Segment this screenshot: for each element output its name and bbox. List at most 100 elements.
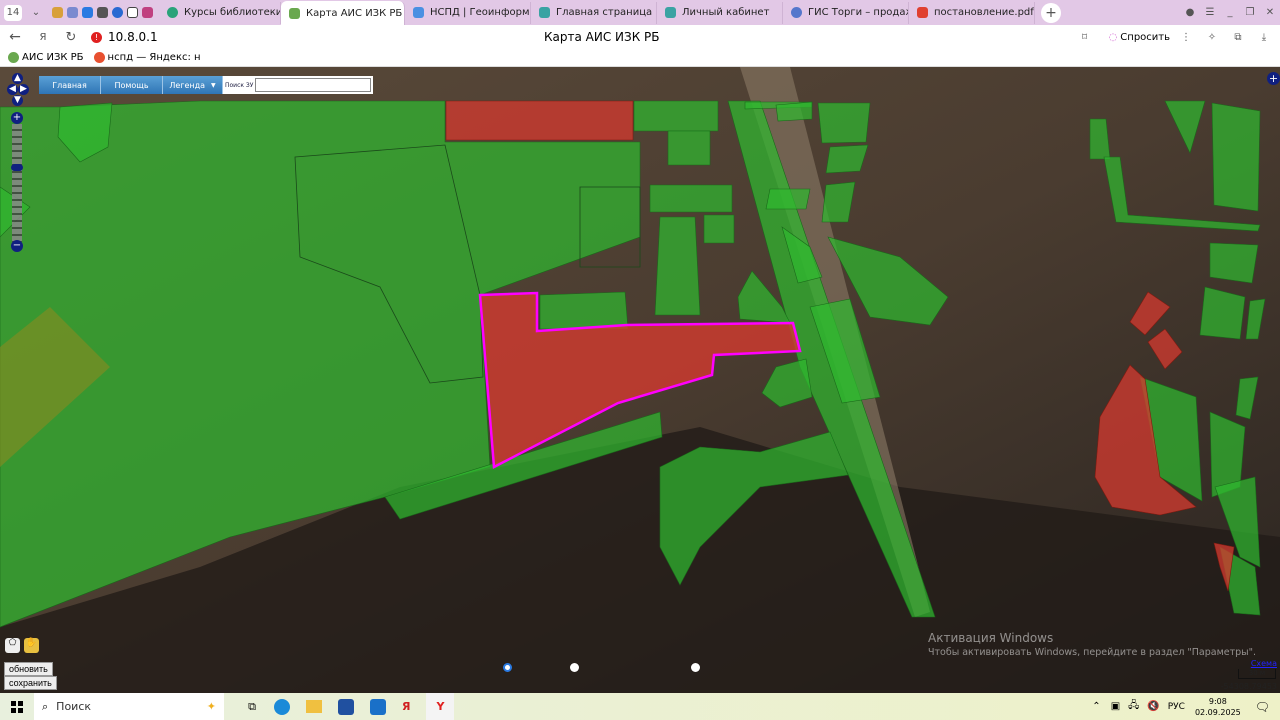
clock-time: 9:08 xyxy=(1208,696,1227,706)
profile-icon[interactable]: ● xyxy=(1180,3,1200,23)
close-window-icon[interactable]: ✕ xyxy=(1260,3,1280,23)
menu-icon[interactable]: ☰ xyxy=(1200,3,1220,23)
tab-bar: 14 ⌄ Курсы библиотеки Карта АИС ИЗК РБ✕ … xyxy=(0,0,1280,25)
tab-main-page[interactable]: Главная страница xyxy=(531,1,657,24)
parcel[interactable] xyxy=(667,130,711,166)
pinned-tab-icon[interactable] xyxy=(97,7,108,18)
minimize-icon[interactable]: _ xyxy=(1220,3,1240,23)
insecure-icon[interactable]: ! xyxy=(91,31,102,43)
parcel[interactable] xyxy=(775,101,813,122)
bookmark-nspd[interactable]: нспд — Яндекс: н xyxy=(93,52,201,63)
tab-label: постановление.pdf xyxy=(934,7,1034,18)
language-indicator[interactable]: РУС xyxy=(1168,702,1185,712)
download-icon[interactable]: ⤓ xyxy=(1254,27,1274,47)
start-icon[interactable] xyxy=(0,700,34,713)
network-icon[interactable]: 🖧 xyxy=(1128,698,1139,715)
pinned-tab-icon[interactable] xyxy=(127,7,138,18)
watermark-title: Активация Windows xyxy=(928,631,1054,645)
new-tab-icon[interactable]: + xyxy=(1041,2,1061,23)
pinned-tab-icon[interactable] xyxy=(67,7,78,18)
tray-chevron-icon[interactable]: ⌃ xyxy=(1092,701,1100,712)
parcel[interactable] xyxy=(445,100,634,141)
parcel[interactable] xyxy=(765,188,811,210)
yandex-icon[interactable]: Я xyxy=(402,700,410,713)
meet-icon[interactable]: ▣ xyxy=(1111,701,1120,712)
parcel[interactable] xyxy=(817,102,871,144)
bookmark-icon[interactable]: ⌑ xyxy=(1075,27,1095,47)
edge-icon[interactable] xyxy=(274,698,290,715)
more-icon[interactable]: ⋮ xyxy=(1176,27,1196,47)
collections-icon[interactable]: ⧉ xyxy=(1228,27,1248,47)
tab-label: Главная страница xyxy=(556,7,653,18)
menu-legend[interactable]: Легенда ▼ xyxy=(163,76,223,94)
pinned-tab-icon[interactable] xyxy=(112,7,123,18)
layer-switcher-icon[interactable]: + xyxy=(1267,72,1280,85)
zoom-slider[interactable] xyxy=(12,124,22,242)
tabs-dropdown-icon[interactable]: ⌄ xyxy=(26,3,46,23)
page-title: Карта АИС ИЗК РБ xyxy=(544,30,660,44)
tab-gis-torgi[interactable]: ГИС Торги – продажи г xyxy=(783,1,909,24)
map-marker[interactable] xyxy=(503,663,512,672)
pinned-tab-icon[interactable] xyxy=(82,7,93,18)
zoom-in-icon[interactable]: + xyxy=(11,112,23,124)
search-input[interactable] xyxy=(255,78,371,92)
parcel[interactable] xyxy=(654,216,701,316)
tab-courses[interactable]: Курсы библиотеки xyxy=(159,1,281,24)
map-marker[interactable] xyxy=(691,663,700,672)
taskbar: ⌕ Поиск ✦ ⧉ Я Y ⌃ ▣ 🖧 🔇 РУС 9:08 02.09.2… xyxy=(0,693,1280,720)
zoom-control[interactable]: + − xyxy=(11,112,23,252)
menu-help[interactable]: Помощь xyxy=(101,76,163,94)
draw-polygon-icon[interactable]: ⬠ xyxy=(5,638,20,653)
pan-control[interactable]: ▲ ◀ ▶ ▼ xyxy=(7,73,29,107)
yandex-browser-icon[interactable]: Y xyxy=(426,693,455,720)
taskbar-search[interactable]: ⌕ Поиск ✦ xyxy=(34,693,224,720)
file-explorer-icon[interactable] xyxy=(306,700,322,713)
clock[interactable]: 9:08 02.09.2025 xyxy=(1195,696,1241,718)
outlook-icon[interactable] xyxy=(370,698,386,715)
ask-button[interactable]: ◌ Спросить xyxy=(1109,32,1170,43)
bookmark-ais[interactable]: АИС ИЗК РБ xyxy=(8,52,84,63)
pan-right-icon[interactable]: ▶ xyxy=(18,84,29,95)
tab-count[interactable]: 14 xyxy=(4,4,22,21)
map-canvas[interactable]: ▲ ◀ ▶ ▼ + − Главная Помощь Легенда ▼ Поис… xyxy=(0,67,1280,693)
parcel[interactable] xyxy=(703,214,735,244)
tab-label: Карта АИС ИЗК РБ xyxy=(306,7,403,19)
tab-ais-map[interactable]: Карта АИС ИЗК РБ✕ xyxy=(281,1,405,25)
extensions-icon[interactable]: ✧ xyxy=(1202,27,1222,47)
dropdown-arrow-icon: ▼ xyxy=(211,81,216,89)
task-view-icon[interactable]: ⧉ xyxy=(238,700,266,714)
notifications-icon[interactable]: 🗨 xyxy=(1255,700,1270,714)
bookmark-favicon-icon xyxy=(8,52,19,63)
yandex-icon[interactable]: Я xyxy=(33,27,53,47)
pan-up-icon[interactable]: ▲ xyxy=(12,73,23,84)
pinned-tab-icon[interactable] xyxy=(142,7,153,18)
pan-down-icon[interactable]: ▼ xyxy=(12,95,23,106)
store-icon[interactable] xyxy=(338,698,354,715)
volume-muted-icon[interactable]: 🔇 xyxy=(1147,701,1159,712)
url-field[interactable]: 10.8.0.1 xyxy=(108,30,408,44)
pan-hand-icon[interactable]: ✋ xyxy=(24,638,39,653)
tab-pdf[interactable]: постановление.pdf xyxy=(909,1,1035,24)
parcel[interactable] xyxy=(539,291,629,330)
back-icon[interactable]: ← xyxy=(5,27,25,47)
tab-favicon-icon xyxy=(539,7,550,18)
parcel[interactable] xyxy=(649,184,733,213)
tab-favicon-icon xyxy=(665,7,676,18)
scheme-link[interactable]: Схема xyxy=(1251,659,1277,668)
reload-icon[interactable]: ↻ xyxy=(61,27,81,47)
parcel[interactable] xyxy=(633,100,719,132)
bookmark-label: нспд — Яндекс: н xyxy=(107,52,201,63)
tab-nspd[interactable]: НСПД | Геоинформаци xyxy=(405,1,531,24)
restore-icon[interactable]: ❐ xyxy=(1240,3,1260,23)
pan-left-icon[interactable]: ◀ xyxy=(7,84,18,95)
refresh-button[interactable]: обновить xyxy=(4,662,53,676)
zoom-slider-handle[interactable] xyxy=(11,164,23,171)
parcel[interactable] xyxy=(1211,102,1261,212)
save-button[interactable]: сохранить xyxy=(4,676,57,690)
zoom-out-icon[interactable]: − xyxy=(11,240,23,252)
parcel[interactable] xyxy=(1209,242,1259,284)
menu-main[interactable]: Главная xyxy=(39,76,101,94)
pinned-tab-icon[interactable] xyxy=(52,7,63,18)
map-marker[interactable] xyxy=(570,663,579,672)
tab-cabinet[interactable]: Личный кабинет xyxy=(657,1,783,24)
